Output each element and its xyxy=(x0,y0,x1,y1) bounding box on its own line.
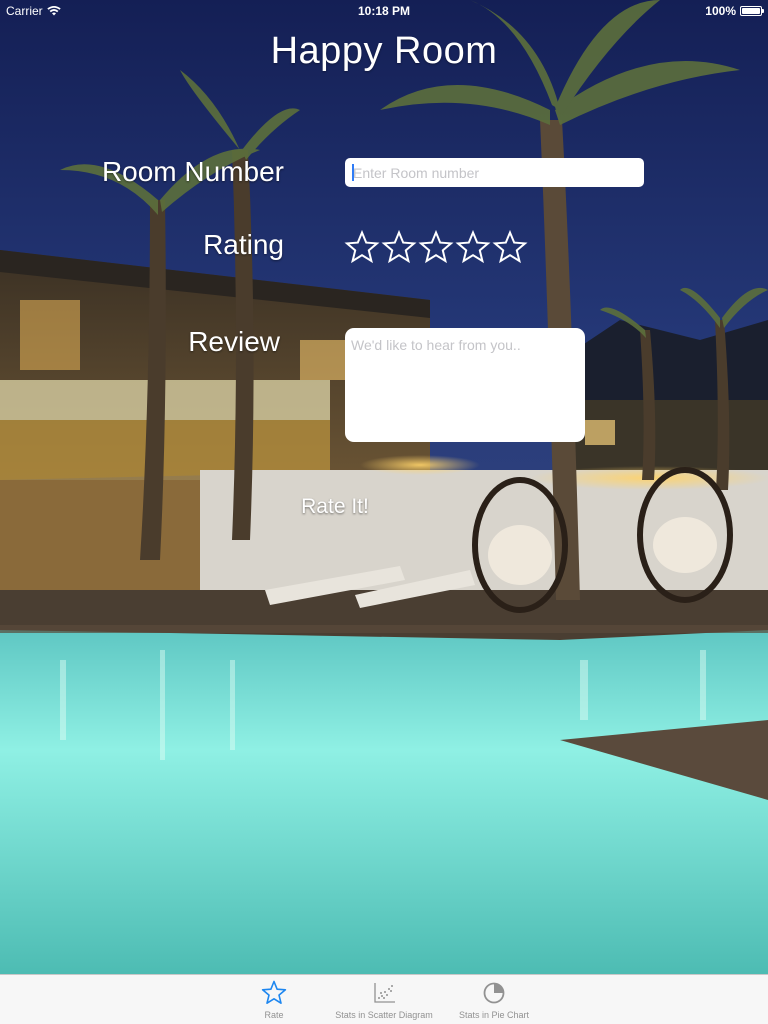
rate-it-button[interactable]: Rate It! xyxy=(290,492,380,522)
battery-indicator: 100% xyxy=(705,4,764,18)
tab-pie-label: Stats in Pie Chart xyxy=(458,1010,530,1020)
tab-scatter-diagram[interactable]: Stats in Scatter Diagram xyxy=(330,975,438,1024)
review-label: Review xyxy=(188,326,280,357)
clock: 10:18 PM xyxy=(357,4,411,18)
room-number-input[interactable] xyxy=(345,158,644,187)
star-icon xyxy=(418,230,454,264)
scatter-chart-icon xyxy=(374,983,395,1003)
text-cursor xyxy=(352,164,354,181)
battery-level-fill xyxy=(742,8,760,14)
rating-star-5[interactable] xyxy=(492,230,528,266)
status-bar: Carrier 10:18 PM 100% xyxy=(0,0,768,20)
tab-rate-label: Rate xyxy=(264,1010,284,1020)
room-number-label: Room Number xyxy=(101,156,284,187)
star-rating-control[interactable] xyxy=(344,230,528,266)
resort-pool-background-image xyxy=(0,0,768,974)
rating-star-2[interactable] xyxy=(381,230,417,266)
tab-scatter-label: Stats in Scatter Diagram xyxy=(335,1010,433,1020)
app-screen: Carrier 10:18 PM 100% Happy Room Room Nu… xyxy=(0,0,768,1024)
rating-star-1[interactable] xyxy=(344,230,380,266)
battery-percentage: 100% xyxy=(705,4,736,18)
battery-icon xyxy=(740,6,764,16)
tab-rate[interactable]: Rate xyxy=(244,975,304,1024)
pie-chart-icon xyxy=(483,982,505,1004)
tab-bar: Rate Stats in Scatter Diagram Stats in P… xyxy=(0,974,768,1024)
rating-star-3[interactable] xyxy=(418,230,454,266)
tab-pie-chart[interactable]: Stats in Pie Chart xyxy=(450,975,538,1024)
rating-star-4[interactable] xyxy=(455,230,491,266)
page-title: Happy Room xyxy=(270,30,498,72)
star-icon xyxy=(344,230,380,264)
star-icon xyxy=(381,230,417,264)
rating-label: Rating xyxy=(203,229,284,260)
star-icon xyxy=(492,230,528,264)
star-icon xyxy=(455,230,491,264)
star-icon xyxy=(261,980,287,1004)
review-textarea[interactable] xyxy=(345,328,585,442)
